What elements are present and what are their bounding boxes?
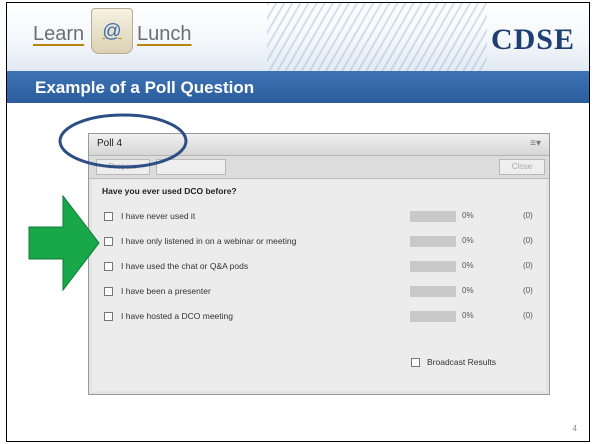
pod-menu-icon[interactable]: ≡▾ [530,138,541,149]
result-bar [410,261,456,272]
result-percent: 0% [462,311,474,320]
option-label: I have used the chat or Q&A pods [121,261,249,271]
poll-body: Have you ever used DCO before? I have ne… [92,180,546,391]
poll-pod-window: Poll 4 ≡▾ Prepare Close Have you ever us… [88,133,550,395]
slide: Learn @ Lunch CDSE Example of a Poll Que… [6,2,590,442]
logo-at-symbol: @ [102,21,122,42]
option-checkbox[interactable] [104,262,113,271]
poll-option: I have never used it 0% (0) [102,211,542,225]
poll-option: I have used the chat or Q&A pods 0% (0) [102,261,542,275]
result-percent: 0% [462,236,474,245]
option-label: I have never used it [121,211,196,221]
result-bar [410,311,456,322]
poll-titlebar: Poll 4 ≡▾ [89,134,549,156]
result-bar [410,211,456,222]
poll-option: I have only listened in on a webinar or … [102,236,542,250]
lunch-bag-logo-icon: @ [91,8,133,54]
slide-number: 4 [572,424,577,433]
result-count: (0) [523,211,533,220]
broadcast-results-toggle[interactable]: Broadcast Results [411,357,531,369]
result-count: (0) [523,236,533,245]
poll-question: Have you ever used DCO before? [102,186,237,196]
result-count: (0) [523,311,533,320]
slide-title: Example of a Poll Question [35,78,255,97]
result-count: (0) [523,286,533,295]
prepare-button[interactable]: Prepare [96,159,150,175]
option-checkbox[interactable] [104,212,113,221]
broadcast-checkbox[interactable] [411,358,420,367]
broadcast-label: Broadcast Results [427,357,496,367]
header-stripes-decoration [267,3,487,71]
cdse-logo: CDSE [490,23,575,56]
option-checkbox[interactable] [104,287,113,296]
close-poll-button[interactable]: Close [499,159,545,175]
option-label: I have hosted a DCO meeting [121,311,233,321]
poll-option: I have been a presenter 0% (0) [102,286,542,300]
result-percent: 0% [462,261,474,270]
poll-option: I have hosted a DCO meeting 0% (0) [102,311,542,325]
logo-learn-text: Learn [33,23,85,45]
poll-toolbar: Prepare Close [89,156,549,179]
poll-title: Poll 4 [97,138,123,149]
slide-title-bar: Example of a Poll Question [7,71,589,103]
result-bar [410,236,456,247]
option-checkbox[interactable] [104,312,113,321]
logo-lunch-text: Lunch [137,23,192,45]
result-bar [410,286,456,297]
option-label: I have been a presenter [121,286,211,296]
end-poll-button[interactable] [156,159,226,175]
option-label: I have only listened in on a webinar or … [121,236,297,246]
result-count: (0) [523,261,533,270]
slide-header: Learn @ Lunch CDSE [7,3,589,71]
option-checkbox[interactable] [104,237,113,246]
result-percent: 0% [462,286,474,295]
result-percent: 0% [462,211,474,220]
